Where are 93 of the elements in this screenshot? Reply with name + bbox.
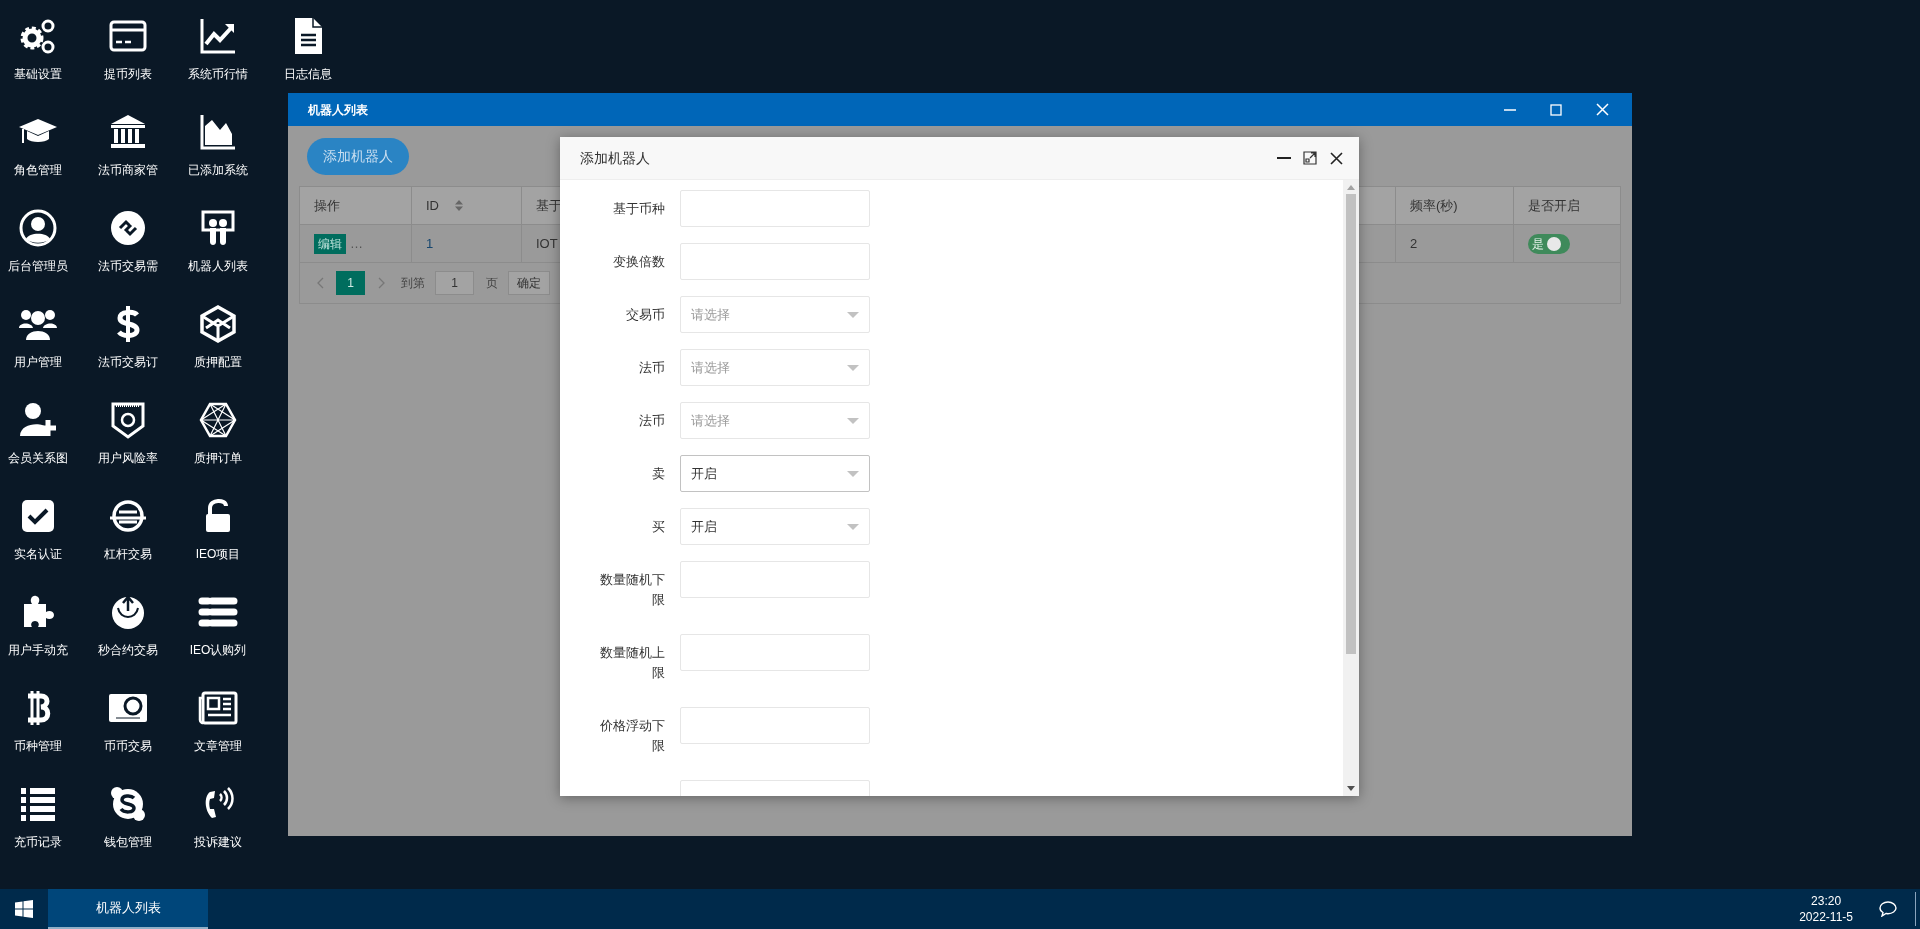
confirm-button[interactable]: 确定 xyxy=(508,271,550,295)
desktop-shortcut[interactable]: 法币商家管 xyxy=(90,96,166,192)
desktop-shortcut[interactable]: 质押订单 xyxy=(180,384,256,480)
scroll-up-icon[interactable] xyxy=(1347,185,1355,190)
desktop-shortcut[interactable]: 法币交易需 xyxy=(90,192,166,288)
minimize-icon xyxy=(1277,157,1291,159)
page-unit: 页 xyxy=(486,275,498,292)
maximize-button[interactable] xyxy=(1301,149,1319,167)
field-label: 卖 xyxy=(651,465,665,483)
desktop-shortcut[interactable]: 充币记录 xyxy=(0,768,76,864)
page-button[interactable]: 1 xyxy=(336,271,365,295)
desktop-shortcut[interactable]: 基础设置 xyxy=(0,0,76,96)
speech-s-icon xyxy=(108,784,148,824)
desktop-shortcut[interactable]: 实名认证 xyxy=(0,480,76,576)
desktop-shortcut[interactable]: 用户手动充 xyxy=(0,576,76,672)
desktop-shortcut[interactable]: 杠杆交易 xyxy=(90,480,166,576)
maximize-icon xyxy=(1550,103,1562,116)
windows-logo-icon xyxy=(15,900,33,918)
desktop-shortcut[interactable]: 用户管理 xyxy=(0,288,76,384)
desktop-shortcut[interactable]: 文章管理 xyxy=(180,672,256,768)
desktop-shortcut[interactable]: 系统币行情 xyxy=(180,0,256,96)
table-cell-text: IOT xyxy=(536,234,558,253)
desktop-shortcut[interactable]: IEO认购列 xyxy=(180,576,256,672)
desktop-shortcut[interactable]: 币币交易 xyxy=(90,672,166,768)
field-label: 数量随机下限 xyxy=(599,571,665,609)
dropdown-caret-icon xyxy=(847,311,859,318)
line-chart-icon xyxy=(198,16,238,56)
expand-icon xyxy=(1303,151,1317,165)
column-header: 频率(秒) xyxy=(1395,187,1513,224)
chevron-right-icon[interactable] xyxy=(377,277,385,289)
desktop-shortcut[interactable]: 会员关系图 xyxy=(0,384,76,480)
sort-icon[interactable] xyxy=(455,200,463,211)
desktop-shortcut[interactable]: 质押配置 xyxy=(180,288,256,384)
desktop-shortcut[interactable]: 钱包管理 xyxy=(90,768,166,864)
clock-time: 23:20 xyxy=(1811,893,1842,909)
desktop-shortcut[interactable]: 法币交易订 xyxy=(90,288,166,384)
page-input[interactable]: 1 xyxy=(435,271,474,295)
desktop-shortcut[interactable]: 币种管理 xyxy=(0,672,76,768)
user-circle-icon xyxy=(18,208,58,248)
desktop-shortcut[interactable]: 用户风险率 xyxy=(90,384,166,480)
toggle-switch[interactable]: 是 xyxy=(1528,233,1570,254)
dialog-title: 添加机器人 xyxy=(580,148,650,168)
hexagon-icon xyxy=(198,400,238,440)
window-title: 机器人列表 xyxy=(308,101,368,119)
close-button[interactable] xyxy=(1327,149,1345,167)
speech-bubble-icon xyxy=(1879,901,1897,917)
select-field[interactable]: 开启 xyxy=(680,455,870,492)
input-field[interactable] xyxy=(680,561,870,598)
desktop-shortcut[interactable]: 秒合约交易 xyxy=(90,576,166,672)
desktop-shortcut[interactable]: 后台管理员 xyxy=(0,192,76,288)
field-label: 买 xyxy=(651,518,665,536)
select-field[interactable]: 开启 xyxy=(680,508,870,545)
desktop-shortcut[interactable]: 已添加系统 xyxy=(180,96,256,192)
field-label: 价格浮动下限 xyxy=(599,717,665,755)
dropdown-caret-icon xyxy=(847,470,859,477)
minimize-icon xyxy=(1504,108,1516,111)
clock-date: 2022-11-5 xyxy=(1799,909,1853,925)
input-field[interactable] xyxy=(680,190,870,227)
close-icon xyxy=(1329,151,1343,165)
desktop-shortcut[interactable]: IEO项目 xyxy=(180,480,256,576)
column-header: 基于 xyxy=(536,196,562,215)
input-field[interactable] xyxy=(680,634,870,671)
field-label: 基于币种 xyxy=(612,200,665,218)
chevron-left-icon[interactable] xyxy=(316,277,324,289)
goto-label: 到第 xyxy=(401,275,425,292)
desktop-shortcut[interactable]: 角色管理 xyxy=(0,96,76,192)
scroll-down-icon[interactable] xyxy=(1347,786,1355,791)
desktop-shortcut[interactable]: 投诉建议 xyxy=(180,768,256,864)
cube-icon xyxy=(198,304,238,344)
close-icon xyxy=(1595,103,1609,116)
edit-button[interactable]: 编辑 xyxy=(314,233,346,254)
desktop-shortcut[interactable]: 机器人列表 xyxy=(180,192,256,288)
dropdown-caret-icon xyxy=(847,417,859,424)
taskbar-item[interactable]: 机器人列表 xyxy=(48,889,208,929)
scrollbar[interactable] xyxy=(1343,180,1359,796)
field-label: 法币 xyxy=(638,412,665,430)
scrollbar-thumb[interactable] xyxy=(1346,194,1356,654)
field-label: 数量随机上限 xyxy=(599,644,665,682)
area-chart-icon xyxy=(198,112,238,152)
field-label: 法币 xyxy=(638,359,665,377)
link-circle-icon xyxy=(108,208,148,248)
input-field[interactable] xyxy=(680,707,870,744)
field-label: 变换倍数 xyxy=(612,253,665,271)
dropdown-caret-icon xyxy=(847,523,859,530)
input-field[interactable] xyxy=(680,243,870,280)
dropdown-caret-icon xyxy=(847,364,859,371)
column-header: 操作 xyxy=(313,196,341,215)
desktop-shortcut[interactable]: 提币列表 xyxy=(90,0,166,96)
table-cell-text: 1 xyxy=(426,234,434,253)
column-header: 是否开启 xyxy=(1513,187,1620,224)
table-cell-text: 2 xyxy=(1410,234,1418,253)
field-label: 交易币 xyxy=(625,306,665,324)
column-header: ID xyxy=(411,187,521,224)
